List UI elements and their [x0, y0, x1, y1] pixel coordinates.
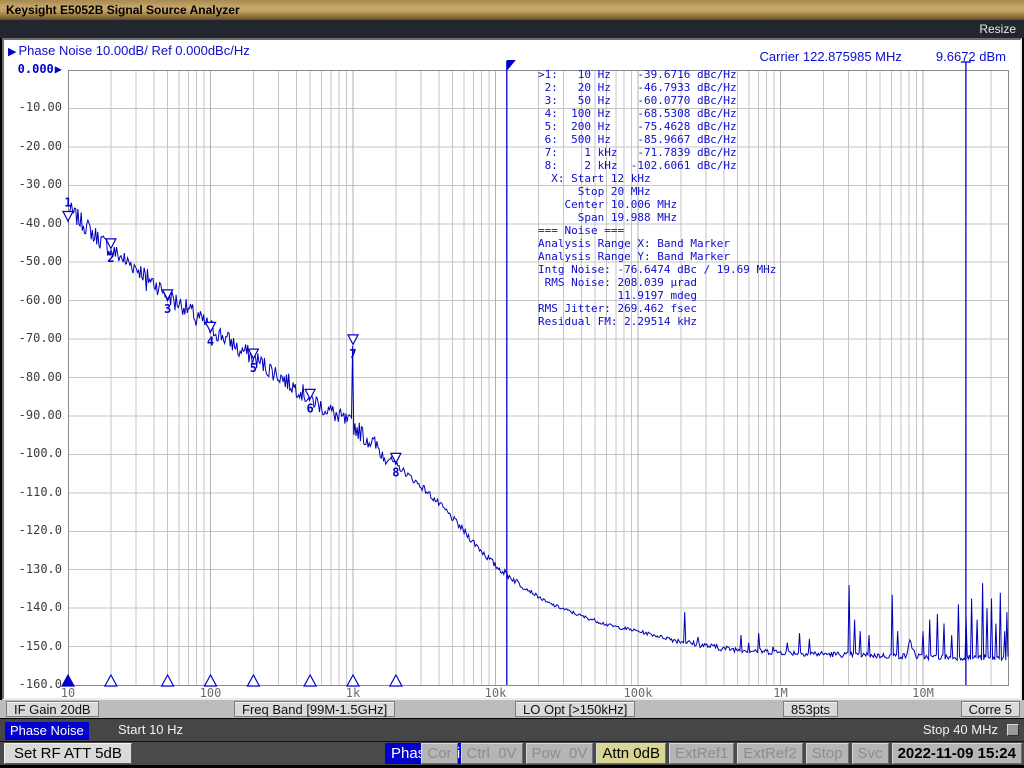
x-axis-tick-label: 100	[187, 686, 235, 700]
window-bar: Resize	[0, 20, 1024, 38]
trace-marker-number: 4	[207, 334, 214, 348]
sweep-bar: Phase Noise Start 10 Hz Stop 40 MHz	[0, 718, 1024, 741]
points-button[interactable]: 853pts	[783, 701, 838, 717]
y-axis-tick-label: 0.000▶	[4, 62, 66, 76]
band-start-flag-icon	[507, 60, 516, 71]
y-axis-tick-label: -60.00	[4, 293, 66, 307]
set-rf-att-button[interactable]: Set RF ATT 5dB	[4, 743, 132, 764]
trace-marker-icon	[206, 322, 216, 332]
y-axis-tick-label: -30.00	[4, 177, 66, 191]
indicator-group: CorCtrl 0VPow 0VAttn 0dBExtRef1ExtRef2St…	[421, 743, 1022, 764]
measurement-panel: ▶Phase Noise 10.00dB/ Ref 0.000dBc/Hz Ca…	[2, 38, 1022, 700]
trace-marker-number: 7	[349, 347, 356, 361]
if-gain-button[interactable]: IF Gain 20dB	[6, 701, 99, 717]
freq-band-button[interactable]: Freq Band [99M-1.5GHz]	[234, 701, 395, 717]
app-title: Keysight E5052B Signal Source Analyzer	[6, 3, 240, 17]
trace-marker-number: 2	[107, 251, 114, 265]
settings-bar: IF Gain 20dB Freq Band [99M-1.5GHz] LO O…	[0, 700, 1024, 718]
x-axis-tick-label: 100k	[614, 686, 662, 700]
indicator-extref1[interactable]: ExtRef1	[669, 743, 734, 764]
y-axis-tick-label: -150.0	[4, 639, 66, 653]
corner-button[interactable]	[1007, 724, 1019, 736]
axis-marker-icon	[105, 675, 117, 686]
axis-marker-icon	[304, 675, 316, 686]
trace-marker-number: 6	[306, 401, 313, 415]
indicator-svc[interactable]: Svc	[852, 743, 889, 764]
trace-marker-icon	[305, 389, 315, 399]
indicator-extref2[interactable]: ExtRef2	[737, 743, 802, 764]
title-bar[interactable]: Keysight E5052B Signal Source Analyzer	[0, 0, 1024, 20]
screen: { "title_bar": { "title": "Keysight E505…	[0, 0, 1024, 768]
y-axis-tick-label: -10.00	[4, 100, 66, 114]
axis-marker-icon	[205, 675, 217, 686]
carrier-power: 9.6672 dBm	[936, 49, 1006, 64]
y-axis-tick-label: -130.0	[4, 562, 66, 576]
y-axis-tick-label: -70.00	[4, 331, 66, 345]
trace-marker-number: 3	[164, 302, 171, 316]
y-axis-tick-label: -90.00	[4, 408, 66, 422]
axis-marker-icon	[347, 675, 359, 686]
y-axis-tick-label: -120.0	[4, 523, 66, 537]
active-trace-marker-icon: ▶	[8, 46, 16, 58]
status-bar: Set RF ATT 5dB Phase Noise: Hold CorCtrl…	[0, 741, 1024, 765]
x-axis-tick-label: 1M	[757, 686, 805, 700]
marker-readout: >1: 10 Hz -39.6716 dBc/Hz 2: 20 Hz -46.7…	[538, 68, 776, 328]
trace-marker-number: 5	[250, 361, 257, 375]
axis-marker-icon	[162, 675, 174, 686]
y-axis-tick-label: -110.0	[4, 485, 66, 499]
y-axis-tick-label: -40.00	[4, 216, 66, 230]
indicator-pow-0v[interactable]: Pow 0V	[526, 743, 594, 764]
carrier-frequency: Carrier 122.875985 MHz	[760, 49, 902, 64]
tab-phase-noise[interactable]: Phase Noise	[5, 722, 89, 740]
indicator-cor[interactable]: Cor	[421, 743, 457, 764]
trace-marker-icon	[348, 335, 358, 345]
trace-marker-number: 8	[392, 465, 399, 479]
trace-header: ▶Phase Noise 10.00dB/ Ref 0.000dBc/Hz	[8, 43, 250, 58]
correction-button[interactable]: Corre 5	[961, 701, 1020, 717]
trace-scale-label: Phase Noise 10.00dB/ Ref 0.000dBc/Hz	[18, 43, 249, 58]
y-axis-tick-label: -20.00	[4, 139, 66, 153]
indicator-ctrl-0v[interactable]: Ctrl 0V	[461, 743, 523, 764]
lo-opt-button[interactable]: LO Opt [>150kHz]	[515, 701, 635, 717]
y-axis-tick-label: -140.0	[4, 600, 66, 614]
x-axis-tick-label: 10M	[899, 686, 947, 700]
axis-marker-icon	[390, 675, 402, 686]
x-axis-tick-label: 10	[44, 686, 92, 700]
trace-marker-number: 1	[64, 196, 71, 210]
sweep-stop-label: Stop 40 MHz	[923, 719, 998, 741]
y-axis-tick-label: -80.00	[4, 370, 66, 384]
x-axis-tick-label: 1k	[329, 686, 377, 700]
indicator-stop[interactable]: Stop	[806, 743, 849, 764]
resize-button[interactable]: Resize	[979, 22, 1016, 36]
axis-marker-icon	[247, 675, 259, 686]
datetime-display: 2022-11-09 15:24	[892, 743, 1022, 764]
sweep-start-label: Start 10 Hz	[118, 719, 183, 741]
y-axis-tick-label: -50.00	[4, 254, 66, 268]
ref-level-marker-icon: ▶	[55, 62, 62, 76]
x-axis-tick-label: 10k	[472, 686, 520, 700]
indicator-attn-0db[interactable]: Attn 0dB	[596, 743, 666, 764]
y-axis-tick-label: -100.0	[4, 446, 66, 460]
